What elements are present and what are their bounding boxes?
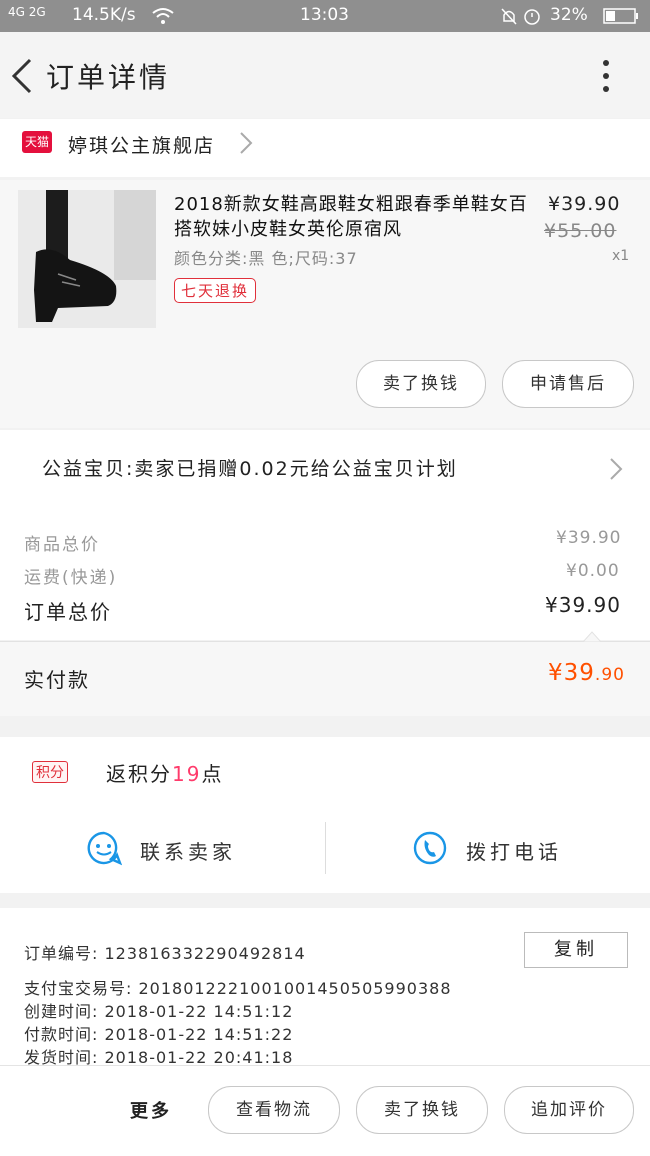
more-button[interactable]: 更多 <box>130 1097 172 1123</box>
goods-total-label: 商品总价 <box>24 535 100 555</box>
phone-icon[interactable] <box>412 830 448 866</box>
shoe-image <box>18 190 156 328</box>
product-name[interactable]: 2018新款女鞋高跟鞋女粗跟春季单鞋女百搭软妹小皮鞋女英伦原宿风 <box>174 192 534 242</box>
product-thumbnail[interactable] <box>18 190 156 328</box>
shipping-value: ¥0.00 <box>566 561 620 581</box>
call-phone-button[interactable]: 拨打电话 <box>466 836 562 865</box>
chat-bubble-icon[interactable] <box>86 830 122 866</box>
goods-total-value: ¥39.90 <box>556 528 622 548</box>
status-bar: 4G 2G 14.5K/s 13:03 32% <box>0 0 650 32</box>
battery-percent: 32% <box>550 5 588 25</box>
more-vertical-icon[interactable] <box>594 58 618 94</box>
points-prefix: 返积分 <box>106 762 172 786</box>
tmall-badge: 天猫 <box>22 131 52 153</box>
shipping-label: 运费(快递) <box>24 568 118 588</box>
copy-button[interactable]: 复制 <box>524 932 628 968</box>
chevron-right-icon <box>610 458 623 480</box>
add-review-button[interactable]: 追加评价 <box>504 1086 634 1134</box>
points-text: 返积分19点 <box>106 758 223 787</box>
paid-decimal: .90 <box>594 665 625 685</box>
points-badge: 积分 <box>32 761 68 783</box>
network-label: 4G 2G <box>8 5 46 19</box>
page-title: 订单详情 <box>46 61 171 94</box>
sell-button[interactable]: 卖了换钱 <box>356 360 486 408</box>
product-price: ¥39.90 <box>548 193 621 215</box>
product-quantity: x1 <box>612 248 630 264</box>
paid-currency: ¥ <box>548 660 564 686</box>
paid-label: 实付款 <box>24 668 90 692</box>
points-count: 19 <box>172 762 202 786</box>
product-original-price: ¥55.00 <box>544 220 617 242</box>
charity-text[interactable]: 公益宝贝:卖家已捐赠0.02元给公益宝贝计划 <box>42 454 458 481</box>
after-sale-button[interactable]: 申请售后 <box>502 360 634 408</box>
paid-time: 付款时间: 2018-01-22 14:51:22 <box>24 1025 294 1044</box>
mute-bell-icon <box>501 8 517 25</box>
wifi-icon <box>152 8 174 24</box>
order-total-label: 订单总价 <box>24 600 112 624</box>
alipay-trade-number: 支付宝交易号: 2018012221001001450505990388 <box>24 979 452 998</box>
divider <box>325 822 326 874</box>
store-name[interactable]: 婷琪公主旗舰店 <box>68 131 215 158</box>
caret-up-icon <box>583 631 601 642</box>
sell-button[interactable]: 卖了换钱 <box>356 1086 488 1134</box>
battery-icon <box>603 8 638 24</box>
seven-day-return-badge: 七天退换 <box>174 278 257 303</box>
contact-seller-button[interactable]: 联系卖家 <box>140 836 236 865</box>
order-number: 订单编号: 123816332290492814 <box>24 944 306 963</box>
paid-amount: ¥39.90 <box>548 660 625 686</box>
status-time: 13:03 <box>300 5 349 25</box>
alarm-icon <box>524 9 540 25</box>
created-time: 创建时间: 2018-01-22 14:51:12 <box>24 1002 294 1021</box>
points-suffix: 点 <box>201 762 224 786</box>
network-speed: 14.5K/s <box>72 5 136 25</box>
chevron-right-icon <box>240 132 253 154</box>
paid-integer: 39 <box>563 660 595 686</box>
order-total-value: ¥39.90 <box>545 593 621 617</box>
view-logistics-button[interactable]: 查看物流 <box>208 1086 340 1134</box>
product-spec: 颜色分类:黑 色;尺码:37 <box>174 249 358 268</box>
back-chevron-icon[interactable] <box>8 56 36 96</box>
